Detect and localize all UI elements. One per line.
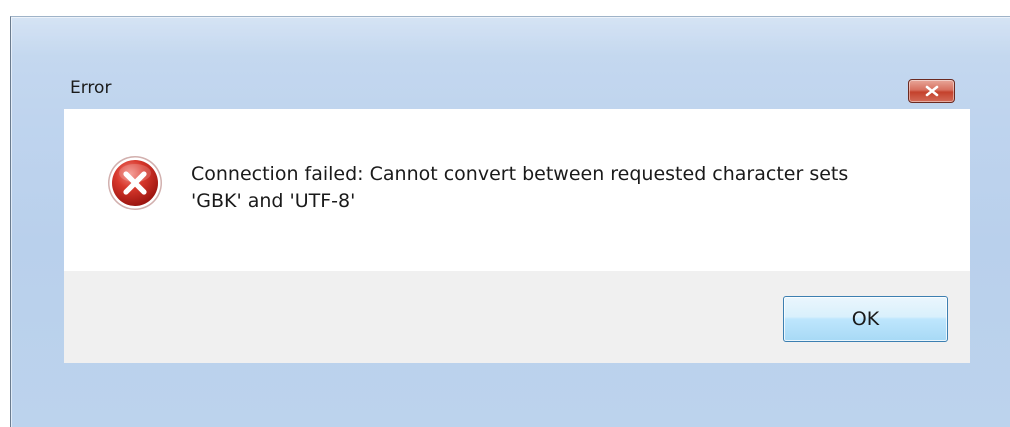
error-icon (108, 156, 162, 210)
dialog-title: Error (70, 78, 112, 98)
ok-button[interactable]: OK (783, 296, 948, 342)
close-icon (925, 85, 938, 97)
close-button[interactable] (908, 79, 955, 103)
error-message: Connection failed: Cannot convert betwee… (191, 163, 849, 212)
